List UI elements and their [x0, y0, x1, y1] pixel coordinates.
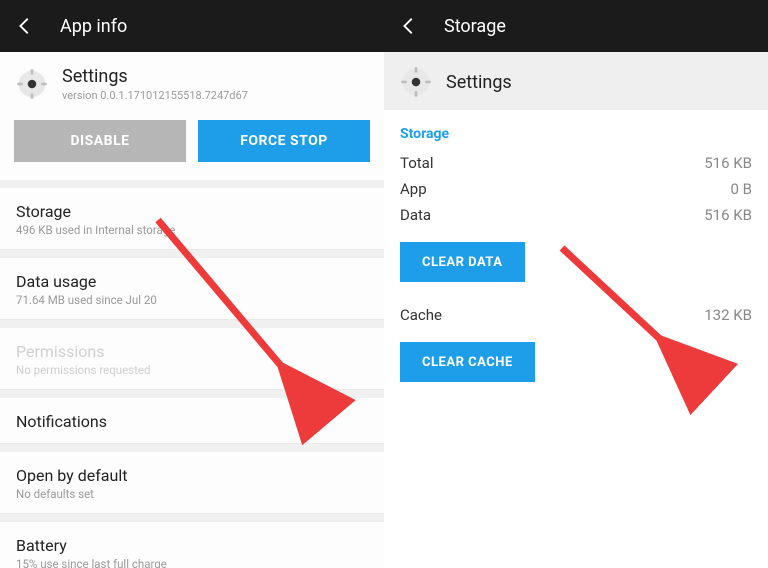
force-stop-button[interactable]: FORCE STOP — [198, 120, 370, 162]
app-name: Settings — [62, 66, 248, 87]
divider — [0, 514, 384, 522]
disable-button[interactable]: DISABLE — [14, 120, 186, 162]
row-label: Cache — [400, 306, 442, 324]
appbar-left: App info — [0, 0, 384, 52]
pane-app-info: App info Settings version 0.0.1.17101215… — [0, 0, 384, 568]
list-item-sub: 496 KB used in Internal storage — [16, 223, 368, 237]
app-name: Settings — [446, 72, 512, 93]
pane-storage: Storage Settings Storage Total 516 KB Ap… — [384, 0, 768, 568]
list-item-open-by-default[interactable]: Open by default No defaults set — [0, 452, 384, 514]
row-label: Data — [400, 206, 431, 224]
row-total: Total 516 KB — [384, 150, 768, 176]
list-item-sub: 15% use since last full charge — [16, 557, 368, 568]
row-label: Total — [400, 154, 434, 172]
list-item-title: Battery — [16, 536, 368, 555]
settings-icon — [16, 68, 48, 100]
list-item-sub: No defaults set — [16, 487, 368, 501]
divider — [0, 390, 384, 398]
row-label: App — [400, 180, 427, 198]
divider — [0, 320, 384, 328]
list-item-sub: 71.64 MB used since Jul 20 — [16, 293, 368, 307]
row-data: Data 516 KB — [384, 202, 768, 228]
list-item-title: Notifications — [16, 412, 368, 431]
row-app: App 0 B — [384, 176, 768, 202]
divider — [0, 250, 384, 258]
app-header: Settings version 0.0.1.171012155518.7247… — [0, 52, 384, 114]
section-label-storage: Storage — [384, 110, 768, 150]
row-value: 0 B — [731, 180, 753, 198]
row-value: 132 KB — [704, 306, 752, 324]
appbar-right: Storage — [384, 0, 768, 52]
app-header-text: Settings version 0.0.1.171012155518.7247… — [62, 66, 248, 102]
list-item-data-usage[interactable]: Data usage 71.64 MB used since Jul 20 — [0, 258, 384, 320]
list-item-permissions[interactable]: Permissions No permissions requested — [0, 328, 384, 390]
list-item-title: Storage — [16, 202, 368, 221]
list-item-sub: No permissions requested — [16, 363, 368, 377]
list-item-notifications[interactable]: Notifications — [0, 398, 384, 444]
appbar-title: Storage — [444, 16, 506, 37]
button-row: DISABLE FORCE STOP — [0, 114, 384, 180]
list-item-storage[interactable]: Storage 496 KB used in Internal storage — [0, 188, 384, 250]
back-icon[interactable] — [14, 15, 36, 37]
clear-data-button[interactable]: CLEAR DATA — [400, 242, 525, 282]
list-item-title: Data usage — [16, 272, 368, 291]
app-header: Settings — [384, 52, 768, 110]
divider — [0, 444, 384, 452]
back-icon[interactable] — [398, 15, 420, 37]
settings-icon — [400, 66, 432, 98]
list-item-title: Open by default — [16, 466, 368, 485]
app-version: version 0.0.1.171012155518.7247d67 — [62, 89, 248, 102]
clear-cache-button[interactable]: CLEAR CACHE — [400, 342, 535, 382]
row-value: 516 KB — [704, 206, 752, 224]
divider — [0, 180, 384, 188]
list-item-battery[interactable]: Battery 15% use since last full charge — [0, 522, 384, 568]
row-value: 516 KB — [704, 154, 752, 172]
appbar-title: App info — [60, 16, 127, 37]
row-cache: Cache 132 KB — [384, 290, 768, 328]
list-item-title: Permissions — [16, 342, 368, 361]
